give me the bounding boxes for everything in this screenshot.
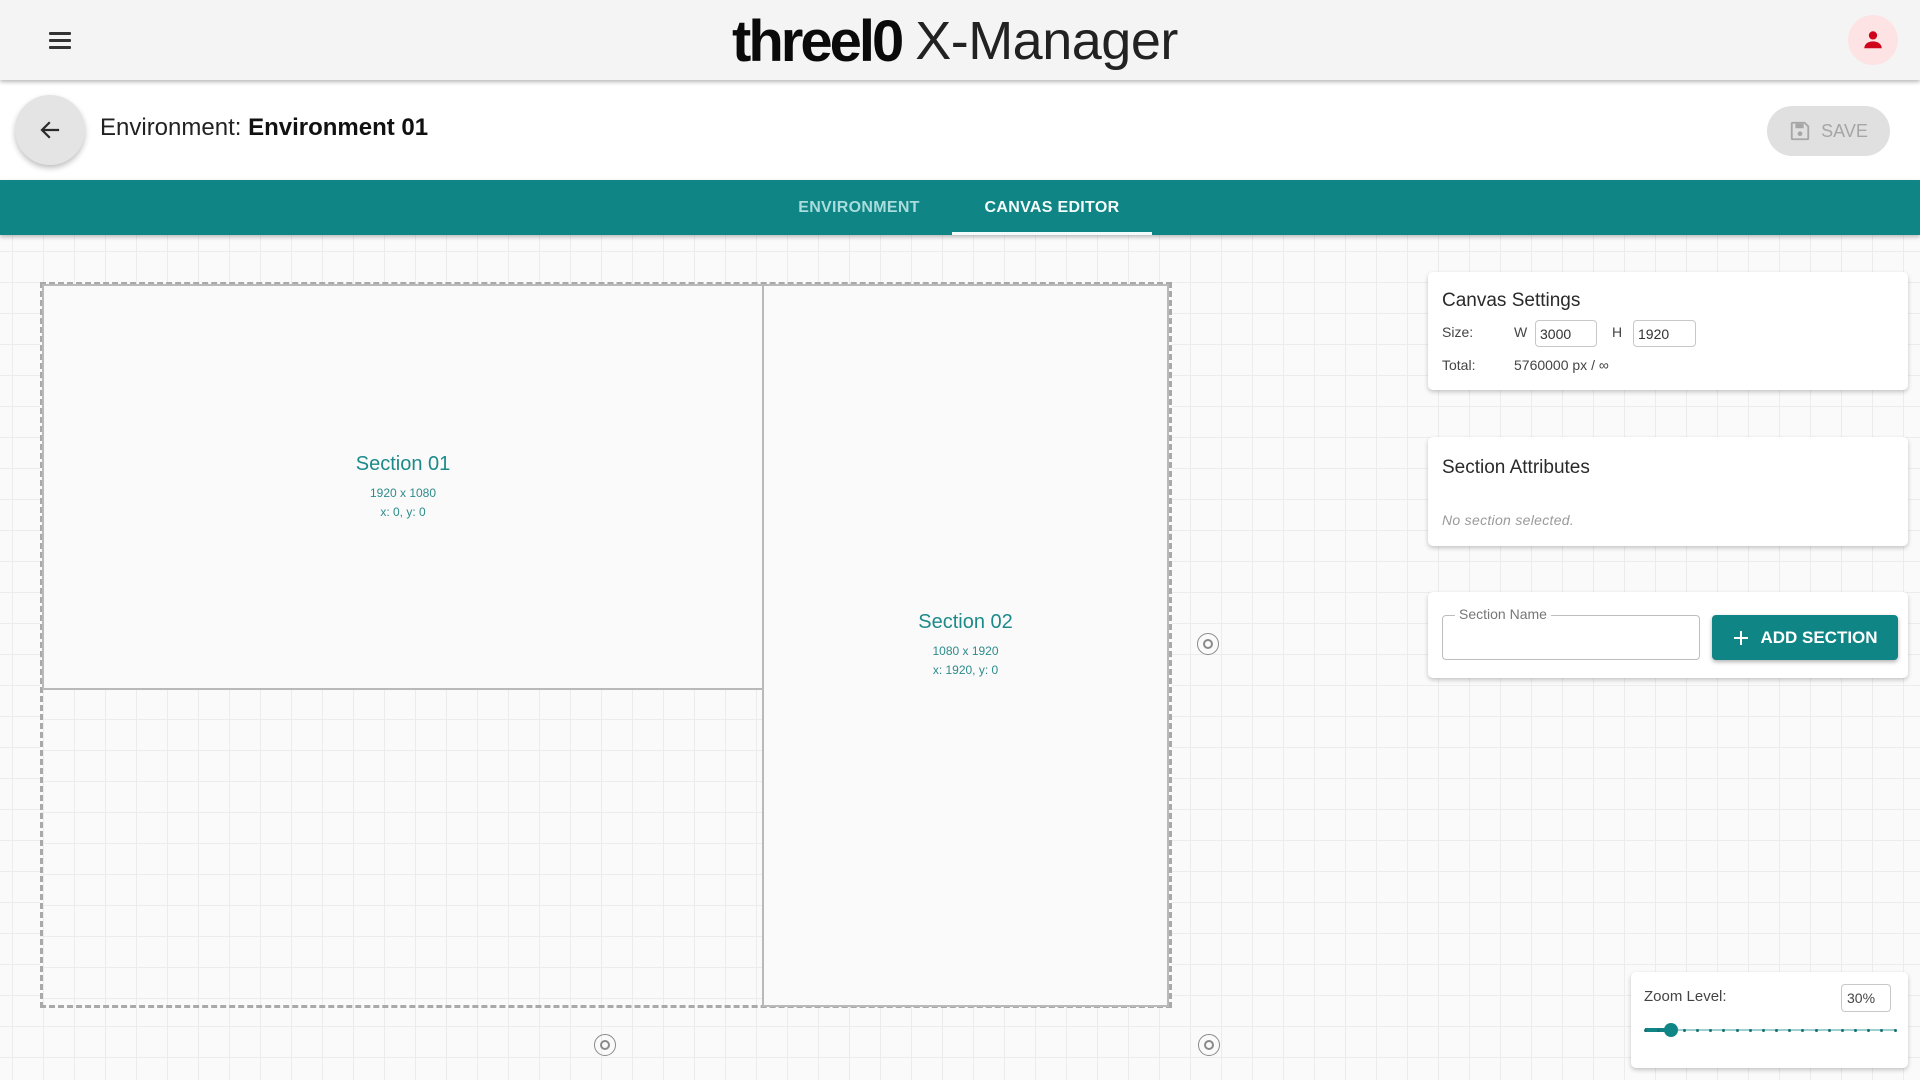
tab-bar: ENVIRONMENT CANVAS EDITOR <box>0 180 1920 235</box>
zoom-slider-tick <box>1775 1028 1779 1032</box>
page-title-value: Environment 01 <box>248 114 429 141</box>
zoom-slider-tick <box>1827 1028 1831 1032</box>
section-name: Section 02 <box>918 611 1013 633</box>
size-label: Size: <box>1442 324 1474 340</box>
width-label: W <box>1514 324 1528 340</box>
zoom-slider-tick <box>1682 1028 1686 1032</box>
zoom-slider-tick <box>1880 1028 1884 1032</box>
section-name-field[interactable]: Section Name <box>1442 606 1700 660</box>
zoom-slider-tick <box>1814 1028 1818 1032</box>
hamburger-menu-icon[interactable] <box>40 22 80 58</box>
tab-canvas-editor[interactable]: CANVAS EDITOR <box>952 180 1152 235</box>
add-section-label: ADD SECTION <box>1760 627 1878 647</box>
canvas-section-02[interactable]: Section 02 1080 x 1920 x: 1920, y: 0 <box>762 284 1169 1007</box>
resize-handle-right-icon[interactable] <box>1197 633 1219 655</box>
canvas-height-input[interactable] <box>1633 320 1696 347</box>
person-icon <box>1864 31 1882 49</box>
zoom-slider-tick <box>1867 1028 1871 1032</box>
zoom-slider-tick <box>1854 1028 1858 1032</box>
no-section-message: No section selected. <box>1442 512 1575 528</box>
zoom-slider-tick <box>1643 1028 1647 1032</box>
add-section-card: Section Name ADD SECTION <box>1428 592 1908 678</box>
plus-icon <box>1734 630 1749 645</box>
tab-canvas-editor-label: CANVAS EDITOR <box>984 198 1120 216</box>
user-avatar-button[interactable] <box>1848 15 1898 65</box>
canvas-width-input[interactable] <box>1535 320 1597 347</box>
zoom-slider-tick <box>1696 1028 1700 1032</box>
save-label: SAVE <box>1821 120 1868 141</box>
resize-handle-corner-icon[interactable] <box>1198 1034 1220 1056</box>
back-button[interactable] <box>15 95 85 165</box>
brand-name: threel0 <box>732 8 904 74</box>
section-position: x: 0, y: 0 <box>380 504 426 519</box>
zoom-slider-thumb[interactable] <box>1664 1023 1679 1037</box>
section-name: Section 01 <box>355 452 451 475</box>
zoom-slider[interactable] <box>1643 1020 1897 1040</box>
zoom-slider-tick <box>1840 1028 1844 1032</box>
zoom-card: Zoom Level: <box>1631 972 1908 1068</box>
zoom-slider-tick <box>1893 1028 1897 1032</box>
add-section-button[interactable]: ADD SECTION <box>1712 615 1898 660</box>
zoom-slider-tick <box>1788 1028 1792 1032</box>
section-size: 1920 x 1080 <box>369 485 437 500</box>
zoom-slider-tick <box>1735 1028 1739 1032</box>
tab-environment-label: ENVIRONMENT <box>798 198 920 216</box>
height-label: H <box>1612 324 1623 340</box>
resize-handle-bottom-icon[interactable] <box>594 1034 616 1056</box>
section-attributes-card: Section Attributes No section selected. <box>1428 437 1908 546</box>
section-name-input[interactable] <box>1453 624 1689 654</box>
canvas-settings-card: Canvas Settings Size: W H Total: 5760000… <box>1428 272 1908 390</box>
zoom-level-input[interactable] <box>1841 984 1891 1012</box>
canvas-settings-title: Canvas Settings <box>1442 290 1581 311</box>
total-value: 5760000 px / ∞ <box>1514 357 1609 373</box>
product-name: X-Manager <box>915 11 1178 71</box>
canvas-section-01[interactable]: Section 01 1920 x 1080 x: 0, y: 0 <box>42 284 764 690</box>
zoom-slider-tick <box>1709 1028 1713 1032</box>
page-title-label: Environment: <box>100 114 242 141</box>
arrow-left-icon <box>40 121 60 139</box>
section-name-label: Section Name <box>1455 606 1551 622</box>
page-title: Environment: Environment 01 <box>100 114 428 142</box>
section-position: x: 1920, y: 0 <box>932 663 999 677</box>
zoom-slider-tick <box>1748 1028 1752 1032</box>
floppy-disk-icon <box>1790 121 1810 141</box>
app-bar: threel0 X-Manager <box>0 0 1920 80</box>
zoom-slider-tick <box>1656 1028 1660 1032</box>
app-logo: threel0 X-Manager <box>732 6 1178 76</box>
section-attributes-title: Section Attributes <box>1442 457 1590 478</box>
zoom-slider-tick <box>1761 1028 1765 1032</box>
tab-environment[interactable]: ENVIRONMENT <box>783 180 935 235</box>
zoom-label: Zoom Level: <box>1644 988 1727 1005</box>
section-size: 1080 x 1920 <box>932 644 999 658</box>
save-button[interactable]: SAVE <box>1767 106 1890 156</box>
total-label: Total: <box>1442 357 1476 373</box>
